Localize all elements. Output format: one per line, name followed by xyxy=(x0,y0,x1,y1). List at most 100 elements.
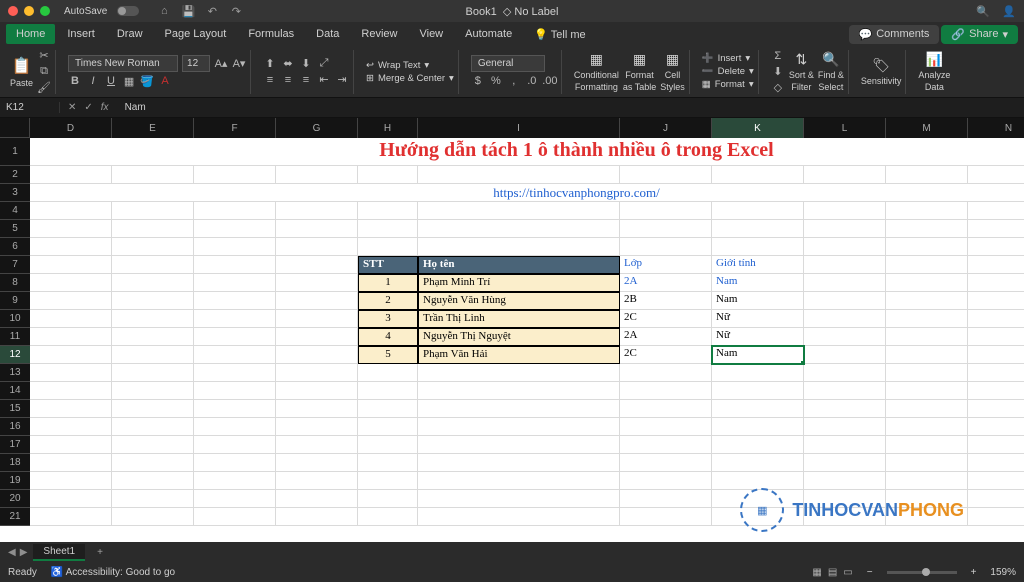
cell[interactable] xyxy=(712,400,804,418)
row-header-1[interactable]: 1 xyxy=(0,138,30,166)
percent-icon[interactable]: % xyxy=(489,74,503,88)
table-row[interactable]: Nữ xyxy=(712,310,804,328)
cell[interactable] xyxy=(886,418,968,436)
align-top-icon[interactable]: ⬆ xyxy=(263,57,277,71)
cell[interactable] xyxy=(620,490,712,508)
col-header-J[interactable]: J xyxy=(620,118,712,138)
row-header-16[interactable]: 16 xyxy=(0,418,30,436)
cell[interactable] xyxy=(886,364,968,382)
cell[interactable] xyxy=(30,436,112,454)
cell[interactable] xyxy=(112,436,194,454)
cell[interactable] xyxy=(276,472,358,490)
search-icon[interactable]: 🔍 xyxy=(976,4,990,18)
cell[interactable] xyxy=(358,508,418,526)
cell[interactable] xyxy=(194,364,276,382)
tab-review[interactable]: Review xyxy=(351,24,407,44)
align-middle-icon[interactable]: ⬌ xyxy=(281,57,295,71)
row-header-12[interactable]: 12 xyxy=(0,346,30,364)
cell[interactable] xyxy=(968,364,1024,382)
sheet-nav-next[interactable]: ▶ xyxy=(20,547,28,558)
col-header-D[interactable]: D xyxy=(30,118,112,138)
redo-icon[interactable]: ↷ xyxy=(229,4,243,18)
fx-icon[interactable]: fx xyxy=(101,102,109,113)
align-left-icon[interactable]: ≡ xyxy=(263,73,277,87)
tab-draw[interactable]: Draw xyxy=(107,24,153,44)
cell[interactable] xyxy=(276,508,358,526)
cell[interactable] xyxy=(804,274,886,292)
sheet-nav-prev[interactable]: ◀ xyxy=(8,547,16,558)
cell[interactable] xyxy=(804,202,886,220)
table-header-name[interactable]: Họ tên xyxy=(418,256,620,274)
table-row[interactable]: Nam xyxy=(712,346,804,364)
cell[interactable] xyxy=(276,400,358,418)
cell[interactable] xyxy=(30,256,112,274)
bold-icon[interactable]: B xyxy=(68,74,82,88)
table-row[interactable]: Nguyễn Thị Nguyệt xyxy=(418,328,620,346)
table-row[interactable]: 2B xyxy=(620,292,712,310)
cell[interactable] xyxy=(276,364,358,382)
cell[interactable] xyxy=(30,418,112,436)
col-header-K[interactable]: K xyxy=(712,118,804,138)
cell[interactable] xyxy=(358,238,418,256)
page-layout-view-icon[interactable]: ▤ xyxy=(828,567,837,578)
cell[interactable] xyxy=(620,472,712,490)
cells-area[interactable]: Hướng dẫn tách 1 ô thành nhiều ô trong E… xyxy=(30,138,1024,526)
cell[interactable] xyxy=(276,490,358,508)
cell[interactable] xyxy=(276,220,358,238)
accessibility-status[interactable]: ♿ Accessibility: Good to go xyxy=(51,567,175,578)
cell[interactable] xyxy=(886,400,968,418)
cell[interactable] xyxy=(968,166,1024,184)
cell[interactable] xyxy=(968,454,1024,472)
cell[interactable] xyxy=(418,202,620,220)
comments-button[interactable]: 💬 Comments xyxy=(849,25,940,44)
save-icon[interactable]: 💾 xyxy=(181,4,195,18)
cell[interactable] xyxy=(112,202,194,220)
format-painter-icon[interactable]: 🖌 xyxy=(37,81,51,95)
cell[interactable] xyxy=(886,202,968,220)
share-button[interactable]: 🔗 Share ▾ xyxy=(941,25,1018,44)
zoom-slider[interactable] xyxy=(887,571,957,574)
cell[interactable] xyxy=(112,418,194,436)
cell[interactable] xyxy=(30,472,112,490)
cell[interactable] xyxy=(276,166,358,184)
cell[interactable] xyxy=(712,166,804,184)
cell[interactable] xyxy=(804,328,886,346)
cell[interactable] xyxy=(194,490,276,508)
cell[interactable] xyxy=(712,238,804,256)
cancel-formula-icon[interactable]: ✕ xyxy=(68,102,76,113)
cell[interactable] xyxy=(418,166,620,184)
cell[interactable] xyxy=(112,508,194,526)
row-header-7[interactable]: 7 xyxy=(0,256,30,274)
cell[interactable] xyxy=(620,454,712,472)
table-row[interactable]: Nam xyxy=(712,292,804,310)
row-header-14[interactable]: 14 xyxy=(0,382,30,400)
cell[interactable] xyxy=(194,202,276,220)
cell[interactable] xyxy=(804,400,886,418)
sort-filter-button[interactable]: ⇅Sort &Filter xyxy=(789,51,814,92)
cell[interactable] xyxy=(358,220,418,238)
cell[interactable] xyxy=(112,382,194,400)
table-row[interactable]: 4 xyxy=(358,328,418,346)
cell[interactable] xyxy=(968,508,1024,526)
row-header-18[interactable]: 18 xyxy=(0,454,30,472)
cell[interactable] xyxy=(968,238,1024,256)
row-header-4[interactable]: 4 xyxy=(0,202,30,220)
cell[interactable] xyxy=(886,436,968,454)
cell[interactable] xyxy=(30,400,112,418)
cell[interactable] xyxy=(712,202,804,220)
cell[interactable] xyxy=(194,436,276,454)
cell[interactable] xyxy=(968,328,1024,346)
decrease-font-icon[interactable]: A▾ xyxy=(232,57,246,71)
cell[interactable] xyxy=(968,202,1024,220)
row-header-6[interactable]: 6 xyxy=(0,238,30,256)
account-icon[interactable]: 👤 xyxy=(1002,4,1016,18)
cell[interactable] xyxy=(620,166,712,184)
cell[interactable] xyxy=(112,400,194,418)
table-row[interactable]: Phạm Văn Hải xyxy=(418,346,620,364)
find-select-button[interactable]: 🔍Find &Select xyxy=(818,51,844,92)
cell[interactable] xyxy=(886,220,968,238)
sheet-tab-sheet1[interactable]: Sheet1 xyxy=(33,544,85,561)
cell[interactable] xyxy=(194,454,276,472)
cell[interactable] xyxy=(968,274,1024,292)
number-format-select[interactable]: General xyxy=(471,55,545,72)
